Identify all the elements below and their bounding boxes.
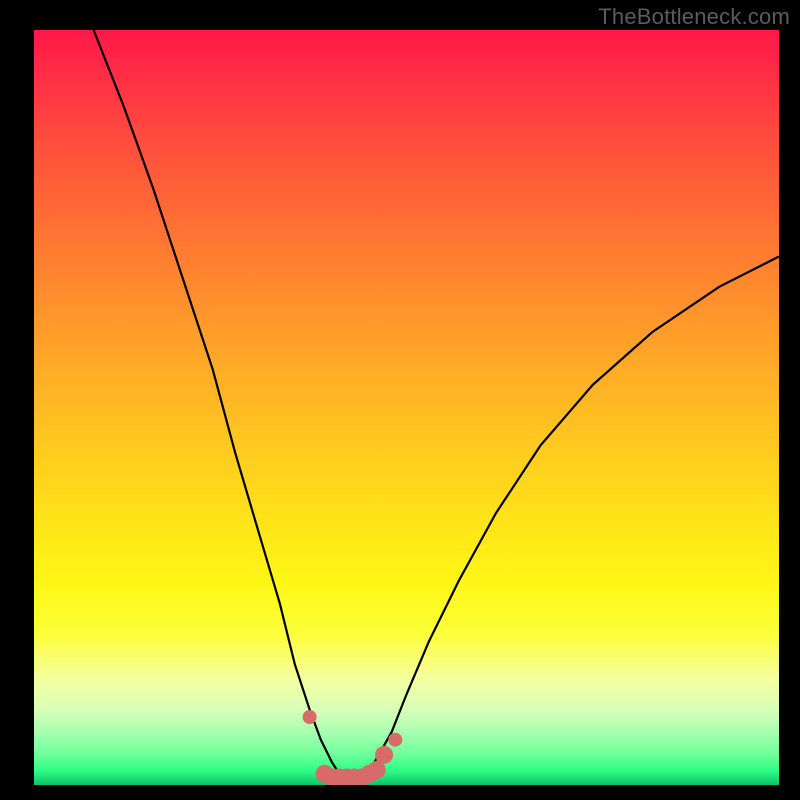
chart-frame: TheBottleneck.com — [0, 0, 800, 800]
watermark-text: TheBottleneck.com — [598, 4, 790, 30]
curve-marker — [375, 746, 393, 764]
curve-marker — [303, 710, 317, 724]
curve-markers — [34, 30, 779, 785]
curve-marker — [388, 733, 402, 747]
plot-area — [34, 30, 779, 785]
